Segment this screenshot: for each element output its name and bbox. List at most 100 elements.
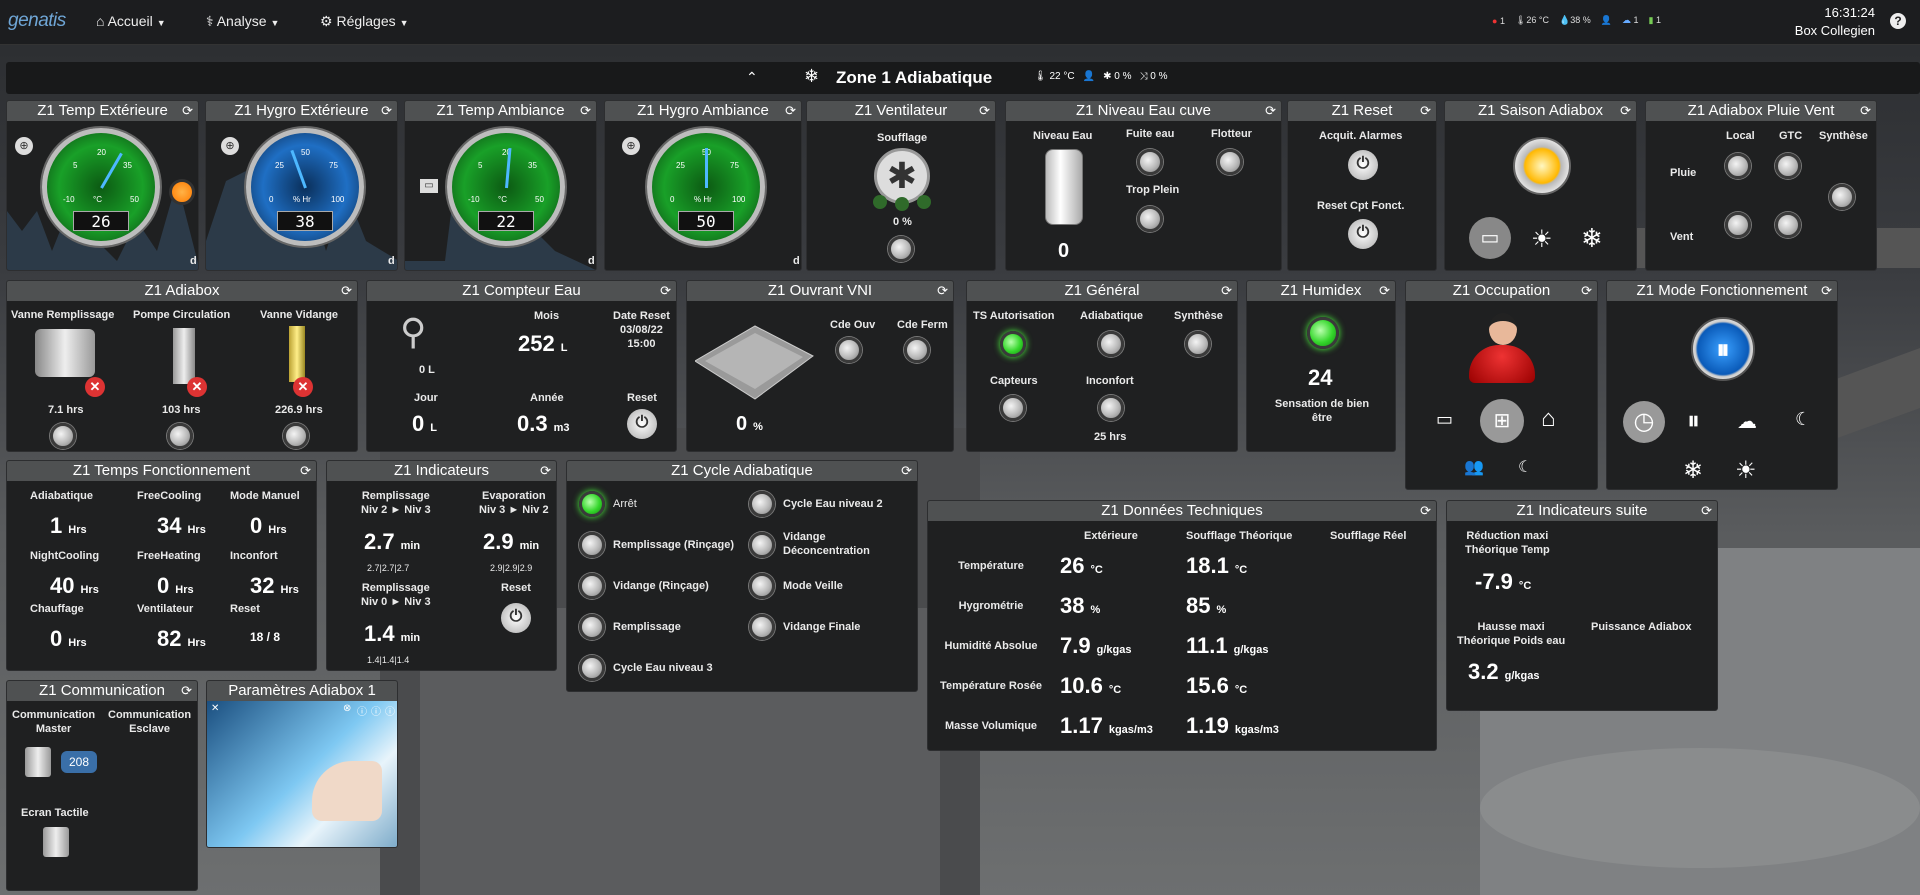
info-icon[interactable]: ⓘ <box>371 703 381 718</box>
panel-header: Z1 Temp Extérieure ⟳ <box>7 101 198 121</box>
season-sun-button[interactable] <box>1513 137 1571 195</box>
cde-ferm-label: Cde Ferm <box>897 319 948 331</box>
refresh-icon[interactable]: ⟳ <box>1821 281 1832 301</box>
night-icon[interactable]: ☾ <box>1795 409 1811 430</box>
refresh-icon[interactable]: ⟳ <box>1379 281 1390 301</box>
status-led-orange <box>169 179 195 205</box>
info-icon[interactable]: ⓘ <box>385 703 395 718</box>
night-icon[interactable]: ☾ <box>1518 457 1532 477</box>
people-icon[interactable]: 👥 <box>1464 457 1484 477</box>
panel-header: Z1 Données Techniques ⟳ <box>928 501 1436 521</box>
zone-mix: ⤨ 0 % <box>1139 71 1168 82</box>
globe-icon: ⊕ <box>221 137 239 155</box>
refresh-icon[interactable]: ⟳ <box>1420 101 1431 121</box>
refresh-icon[interactable]: ⟳ <box>1221 281 1232 301</box>
panel-compteur-eau: Z1 Compteur Eau ⟳ ⚲ 0 L Mois 252 L Date Re… <box>366 280 677 452</box>
refresh-icon[interactable]: ⟳ <box>580 101 591 121</box>
compteur-reset-button[interactable]: ⏻ <box>627 409 657 439</box>
refresh-icon[interactable]: ⟳ <box>181 681 192 701</box>
zone-header: ⌃ ❄ Zone 1 Adiabatique 🌡 22 °C 👤 ✱ 0 % ⤨… <box>6 62 1920 94</box>
winter-icon[interactable]: ❄ <box>1581 223 1603 254</box>
cloud-icon[interactable]: ☁ <box>1737 409 1757 434</box>
refresh-icon[interactable]: ⟳ <box>341 281 352 301</box>
refresh-icon[interactable]: ⟳ <box>1860 101 1871 121</box>
remplissage-2-history: 1.4|1.4|1.4 <box>367 655 410 665</box>
local-label: Local <box>1726 130 1755 142</box>
soufflage-label: Soufflage <box>877 132 928 144</box>
indicateurs-reset-button[interactable]: ⏻ <box>501 603 531 633</box>
refresh-icon[interactable]: ⟳ <box>1420 501 1431 521</box>
clock-mode-icon[interactable]: ◷ <box>1623 401 1665 443</box>
reset-cpt-power-button[interactable]: ⏻ <box>1348 219 1378 249</box>
summer-icon[interactable]: ☀ <box>1531 225 1553 254</box>
close-icon[interactable]: ⊗ <box>343 703 351 714</box>
acquit-power-button[interactable]: ⏻ <box>1348 150 1378 180</box>
refresh-icon[interactable]: ⟳ <box>937 281 948 301</box>
device-icon: ▮ <box>1648 15 1654 25</box>
tablet-thumbnail[interactable]: ✕ ⊗ ⓘ ⓘ ⓘ <box>207 701 397 847</box>
donnees-value: 15.6 °C <box>1186 673 1248 698</box>
reduction-label: Réduction maxi Théorique Temp <box>1465 530 1550 556</box>
gauge-value: 38 <box>277 211 333 231</box>
nav-accueil[interactable]: ⌂ Accueil ▼ <box>96 13 166 29</box>
capteurs-led <box>1000 395 1026 421</box>
alarm-status[interactable]: ● 1 <box>1492 16 1505 26</box>
synthese-label: Synthèse <box>1819 130 1868 142</box>
device-status: ▮ 1 <box>1648 15 1661 25</box>
valve-drain-icon <box>289 326 305 382</box>
donnees-value: 1.17 kgas/m3 <box>1060 713 1153 738</box>
top-navbar: genatis ⌂ Accueil ▼ ⚕ Analyse ▼ ⚙ Réglages… <box>0 0 1920 45</box>
refresh-icon[interactable]: ⟳ <box>1620 101 1631 121</box>
help-icon[interactable]: ? <box>1890 13 1906 29</box>
gauge-hygro-ambiance: 2550750100 % Hr 50 <box>647 128 765 246</box>
winter-icon[interactable]: ❄ <box>1683 456 1703 485</box>
donnees-value: 18.1 °C <box>1186 553 1248 578</box>
pause-mode-button[interactable]: ⏸ <box>1691 317 1755 381</box>
nav-analyse[interactable]: ⚕ Analyse ▼ <box>206 13 279 30</box>
nav-reglages[interactable]: ⚙ Réglages ▼ <box>320 13 409 30</box>
panel-parametres-adiabox: Paramètres Adiabox 1 ✕ ⊗ ⓘ ⓘ ⓘ <box>206 680 398 848</box>
refresh-icon[interactable]: ⟳ <box>1701 501 1712 521</box>
pompe-hours: 103 hrs <box>162 404 201 416</box>
cycle-step-label: Remplissage <box>613 621 681 633</box>
refresh-icon[interactable]: ⟳ <box>300 461 311 481</box>
network-tree-icon[interactable]: ⊞ <box>1480 399 1524 443</box>
info-icon[interactable]: ⓘ <box>357 703 367 718</box>
refresh-icon[interactable]: ⟳ <box>979 101 990 121</box>
temps-value: 0 Hrs <box>157 573 194 598</box>
fan-led-2 <box>895 197 909 211</box>
refresh-icon[interactable]: ⟳ <box>381 101 392 121</box>
refresh-icon[interactable]: ⟳ <box>182 101 193 121</box>
refresh-icon[interactable]: ⟳ <box>785 101 796 121</box>
pluie-label: Pluie <box>1670 167 1697 179</box>
pause-icon[interactable]: ⏸ <box>1687 405 1700 437</box>
pompe-label: Pompe Circulation <box>133 309 231 321</box>
refresh-icon[interactable]: ⟳ <box>1265 101 1276 121</box>
network-status: ☁ 1 <box>1621 15 1639 25</box>
donnees-value: 85% <box>1186 593 1227 618</box>
refresh-icon[interactable]: ⟳ <box>1581 281 1592 301</box>
chart-axis-label: d <box>793 255 800 267</box>
season-auto-icon[interactable]: ▭ <box>1469 217 1511 259</box>
refresh-icon[interactable]: ⟳ <box>660 281 671 301</box>
pluie-gtc-led <box>1775 153 1801 179</box>
cycle-led <box>749 532 775 558</box>
cycle-led <box>579 532 605 558</box>
screen-icon[interactable]: ▭ <box>1436 409 1453 430</box>
refresh-icon[interactable]: ⟳ <box>540 461 551 481</box>
panel-cycle-adiabatique: Z1 Cycle Adiabatique ⟳ Arrêt Remplissage (… <box>566 460 918 692</box>
cycle-led <box>579 573 605 599</box>
panel-communication: Z1 Communication ⟳ Communication Master Co… <box>6 680 198 891</box>
close-icon[interactable]: ✕ <box>211 703 219 714</box>
ts-autorisation-led <box>1000 331 1026 357</box>
home-icon[interactable]: ⌂ <box>1541 405 1556 433</box>
refresh-icon[interactable]: ⟳ <box>901 461 912 481</box>
panel-ouvrant-vni: Z1 Ouvrant VNI ⟳ Cde Ouv Cde Ferm 0% <box>686 280 954 452</box>
drop-icon: 💧 <box>1559 15 1571 25</box>
summer-icon[interactable]: ☀ <box>1735 456 1757 485</box>
temps-value: 0 Hrs <box>250 513 287 538</box>
adiabatique-led <box>1098 331 1124 357</box>
synthese-led <box>1829 184 1855 210</box>
cycle-led <box>749 573 775 599</box>
collapse-chevron-icon[interactable]: ⌃ <box>746 69 758 86</box>
